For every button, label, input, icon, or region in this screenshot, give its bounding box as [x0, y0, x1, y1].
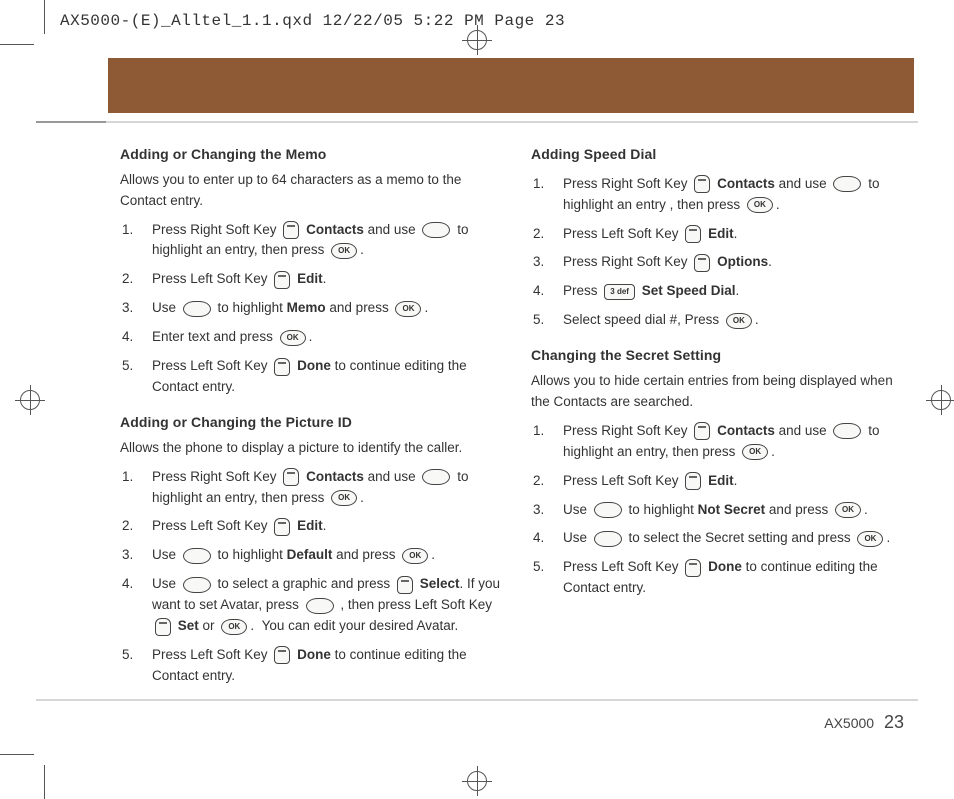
section-desc: Allows you to hide certain entries from … — [531, 371, 914, 413]
step-text: Use to highlight Memo and press . — [152, 298, 503, 319]
crop-mark-icon — [44, 765, 45, 799]
ok-key-icon — [726, 313, 752, 329]
nav-key-icon — [183, 548, 211, 564]
step-list: 1.Press Right Soft Key Contacts and use … — [531, 421, 914, 599]
ok-key-icon — [835, 502, 861, 518]
softkey-icon — [274, 518, 290, 536]
qxd-header: AX5000-(E)_Alltel_1.1.qxd 12/22/05 5:22 … — [60, 12, 565, 30]
ok-key-icon — [221, 619, 247, 635]
section-heading: Changing the Secret Setting — [531, 345, 914, 367]
softkey-icon — [694, 175, 710, 193]
nav-key-icon — [183, 577, 211, 593]
step-text: Press Left Soft Key Edit. — [563, 224, 914, 245]
nav-key-icon — [183, 301, 211, 317]
softkey-icon — [283, 468, 299, 486]
softkey-icon — [155, 618, 171, 636]
step-text: Press 3 def Set Speed Dial. — [563, 281, 914, 302]
crop-mark-icon — [44, 0, 45, 34]
ok-key-icon — [395, 301, 421, 317]
nav-key-icon — [833, 176, 861, 192]
section-desc: Allows the phone to display a picture to… — [120, 438, 503, 459]
nav-key-icon — [594, 531, 622, 547]
manual-page: AX5000-(E)_Alltel_1.1.qxd 12/22/05 5:22 … — [0, 0, 954, 799]
softkey-icon — [694, 254, 710, 272]
softkey-icon — [283, 221, 299, 239]
softkey-icon — [274, 358, 290, 376]
step-text: Press Right Soft Key Options. — [563, 252, 914, 273]
step-text: Press Left Soft Key Done to continue edi… — [563, 557, 914, 599]
step-text: Enter text and press . — [152, 327, 503, 348]
page-number: 23 — [884, 712, 904, 732]
registration-mark-icon — [931, 390, 951, 410]
section-heading: Adding or Changing the Memo — [120, 144, 503, 166]
model-label: AX5000 — [824, 715, 874, 731]
step-text: Press Right Soft Key Contacts and use to… — [152, 220, 503, 262]
column-left: Adding or Changing the Memo Allows you t… — [120, 134, 503, 689]
chapter-bar — [108, 58, 914, 113]
softkey-icon — [694, 422, 710, 440]
section-heading: Adding or Changing the Picture ID — [120, 412, 503, 434]
softkey-icon — [274, 646, 290, 664]
section-heading: Adding Speed Dial — [531, 144, 914, 166]
registration-mark-icon — [467, 30, 487, 50]
softkey-icon — [274, 271, 290, 289]
ok-key-icon — [331, 243, 357, 259]
ok-key-icon — [402, 548, 428, 564]
page-footer: AX5000 23 — [824, 712, 904, 733]
crop-mark-icon — [0, 754, 34, 755]
registration-mark-icon — [467, 771, 487, 791]
nav-key-icon — [306, 598, 334, 614]
nav-key-icon — [422, 469, 450, 485]
ok-key-icon — [280, 330, 306, 346]
step-text: Press Left Soft Key Edit. — [152, 516, 503, 537]
ok-key-icon — [331, 490, 357, 506]
section-desc: Allows you to enter up to 64 characters … — [120, 170, 503, 212]
ok-key-icon — [747, 197, 773, 213]
step-text: Use to highlight Default and press . — [152, 545, 503, 566]
content-columns: Adding or Changing the Memo Allows you t… — [120, 134, 914, 689]
nav-key-icon — [833, 423, 861, 439]
ok-key-icon — [857, 531, 883, 547]
step-list: 1.Press Right Soft Key Contacts and use … — [531, 174, 914, 332]
step-text: Press Right Soft Key Contacts and use to… — [563, 421, 914, 463]
softkey-icon — [685, 559, 701, 577]
ok-key-icon — [742, 444, 768, 460]
bottom-rule — [36, 699, 918, 701]
step-text: Select speed dial #, Press . — [563, 310, 914, 331]
step-text: Use to highlight Not Secret and press . — [563, 500, 914, 521]
step-list: 1.Press Right Soft Key Contacts and use … — [120, 220, 503, 398]
step-text: Use to select a graphic and press Select… — [152, 574, 503, 637]
softkey-icon — [685, 225, 701, 243]
nav-key-icon — [422, 222, 450, 238]
step-text: Press Left Soft Key Done to continue edi… — [152, 356, 503, 398]
step-text: Press Left Soft Key Edit. — [152, 269, 503, 290]
step-text: Press Right Soft Key Contacts and use to… — [152, 467, 503, 509]
top-rule — [36, 121, 918, 123]
softkey-icon — [397, 576, 413, 594]
softkey-icon — [685, 472, 701, 490]
nav-key-icon — [594, 502, 622, 518]
step-text: Press Left Soft Key Done to continue edi… — [152, 645, 503, 687]
step-text: Use to select the Secret setting and pre… — [563, 528, 914, 549]
column-right: Adding Speed Dial 1.Press Right Soft Key… — [531, 134, 914, 689]
key-3-icon: 3 def — [604, 284, 635, 300]
step-list: 1.Press Right Soft Key Contacts and use … — [120, 467, 503, 687]
step-text: Press Left Soft Key Edit. — [563, 471, 914, 492]
crop-mark-icon — [0, 44, 34, 45]
step-text: Press Right Soft Key Contacts and use to… — [563, 174, 914, 216]
registration-mark-icon — [20, 390, 40, 410]
